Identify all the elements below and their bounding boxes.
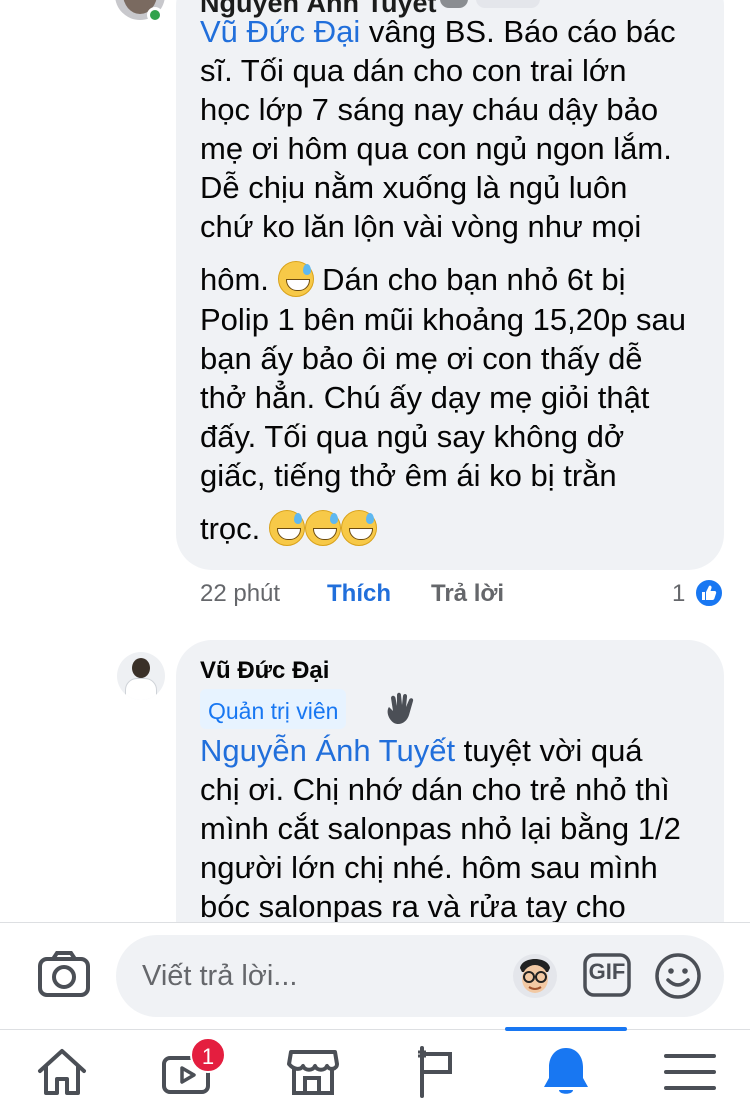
- grinning-sweat-emoji: [277, 261, 314, 297]
- comment-line: thở hẳn. Chú ấy dạy mẹ giỏi thật: [200, 380, 650, 415]
- comment-line: bóc salonpas ra và rửa tay cho: [200, 889, 626, 924]
- author-badges: [440, 0, 540, 8]
- pages-icon[interactable]: [414, 1044, 470, 1100]
- like-button[interactable]: Thích: [327, 580, 391, 608]
- comment-text: Vũ Đức Đại vâng BS. Báo cáo bác sĩ. Tối …: [200, 12, 710, 549]
- comment-line: chứ ko lăn lộn vài vòng như mọi: [200, 209, 642, 244]
- avatar-sticker-icon[interactable]: [510, 952, 560, 1000]
- admin-badge: Quản trị viên: [200, 689, 347, 729]
- gif-icon[interactable]: GIF: [582, 952, 632, 998]
- notifications-icon[interactable]: [538, 1044, 594, 1100]
- reply-button[interactable]: Trả lời: [431, 580, 504, 608]
- comment-line: Dễ chịu nằm xuống là ngủ luôn: [200, 170, 628, 205]
- comment-line: bạn ấy bảo ôi mẹ ơi con thấy dễ: [200, 341, 643, 376]
- mention-link[interactable]: Nguyễn Ánh Tuyết: [200, 733, 455, 768]
- reaction-count[interactable]: 1: [672, 580, 685, 608]
- gif-label: GIF: [588, 959, 626, 984]
- comment-line: sĩ. Tối qua dán cho con trai lớn: [200, 53, 627, 88]
- camera-icon[interactable]: [36, 949, 92, 1001]
- comment-text: Nguyễn Ánh Tuyết tuyệt vời quá chị ơi. C…: [200, 731, 710, 926]
- comment-line: tuyệt vời quá: [455, 733, 643, 768]
- online-status-dot: [147, 7, 163, 23]
- comment-line: trọc.: [200, 511, 269, 546]
- reply-input[interactable]: [116, 935, 724, 1017]
- comment-line: mẹ ơi hôm qua con ngủ ngon lắm.: [200, 131, 672, 166]
- comment-line: Polip 1 bên mũi khoảng 15,20p sau: [200, 302, 687, 337]
- comment-line: hôm.: [200, 262, 278, 297]
- marketplace-icon[interactable]: [285, 1044, 341, 1100]
- comment-line: mình cắt salonpas nhỏ lại bằng 1/2: [200, 811, 681, 846]
- active-tab-indicator: [505, 1027, 627, 1031]
- bottom-nav: [0, 1029, 750, 1115]
- home-icon[interactable]: [34, 1044, 90, 1100]
- comment-author-name[interactable]: Vũ Đức Đại: [200, 657, 329, 685]
- menu-icon[interactable]: [662, 1044, 718, 1100]
- notification-badge: 1: [190, 1037, 226, 1073]
- mention-link[interactable]: Vũ Đức Đại: [200, 14, 360, 49]
- admin-avatar[interactable]: [117, 652, 165, 700]
- comment-timestamp: 22 phút: [200, 580, 281, 607]
- grinning-sweat-emoji: [340, 510, 377, 546]
- comment-line: vâng BS. Báo cáo bác: [360, 14, 676, 49]
- grinning-sweat-emoji: [304, 510, 341, 546]
- waving-hand-icon: [380, 689, 424, 729]
- comment-line: người lớn chị nhé. hôm sau mình: [200, 850, 658, 885]
- grinning-sweat-emoji: [268, 510, 305, 546]
- comment-line: đấy. Tối qua ngủ say không dở: [200, 419, 625, 454]
- like-reaction-icon[interactable]: [694, 578, 724, 608]
- comment-line: Dán cho bạn nhỏ 6t bị: [313, 262, 626, 297]
- comment-line: học lớp 7 sáng nay cháu dậy bảo: [200, 92, 659, 127]
- comment-line: giấc, tiếng thở êm ái ko bị trằn: [200, 458, 617, 493]
- comment-line: chị ơi. Chị nhớ dán cho trẻ nhỏ thì: [200, 772, 670, 807]
- emoji-icon[interactable]: [654, 952, 702, 1000]
